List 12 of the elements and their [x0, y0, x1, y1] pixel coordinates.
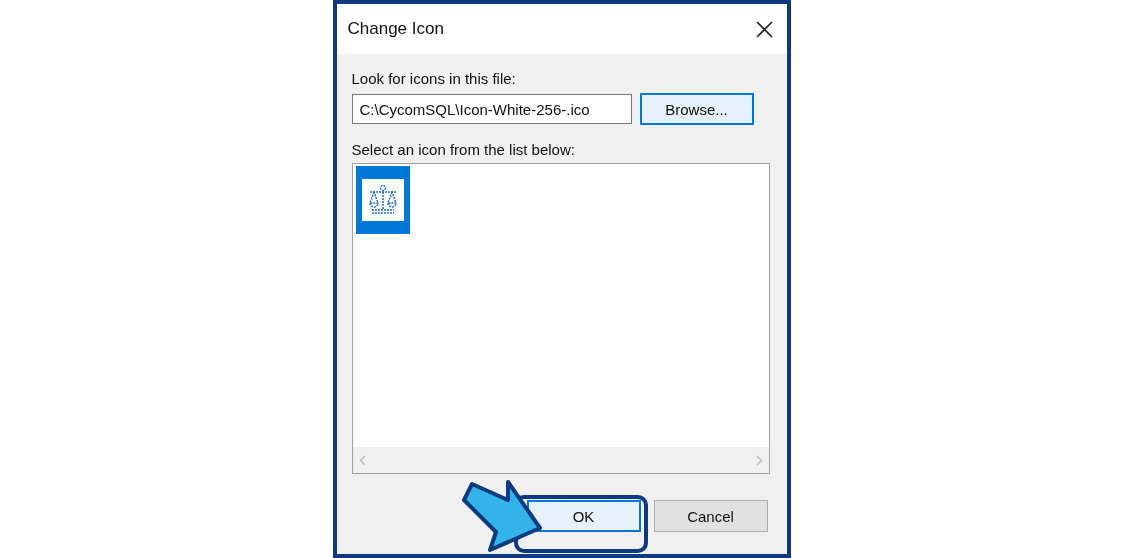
window-title: Change Icon: [347, 19, 444, 39]
cancel-button[interactable]: Cancel: [653, 500, 768, 532]
list-label: Select an icon from the list below:: [351, 141, 576, 158]
close-icon[interactable]: [755, 20, 773, 38]
file-path-field[interactable]: C:\CycomSQL\Icon-White-256-.ico: [351, 94, 632, 124]
horizontal-scrollbar[interactable]: [352, 447, 769, 473]
scroll-right-icon[interactable]: [755, 454, 763, 466]
browse-button[interactable]: Browse...: [639, 93, 754, 125]
icon-list-item[interactable]: [355, 166, 410, 234]
ok-button[interactable]: OK: [526, 500, 641, 532]
scroll-left-icon[interactable]: [358, 454, 366, 466]
field-label: Look for icons in this file:: [351, 70, 517, 87]
